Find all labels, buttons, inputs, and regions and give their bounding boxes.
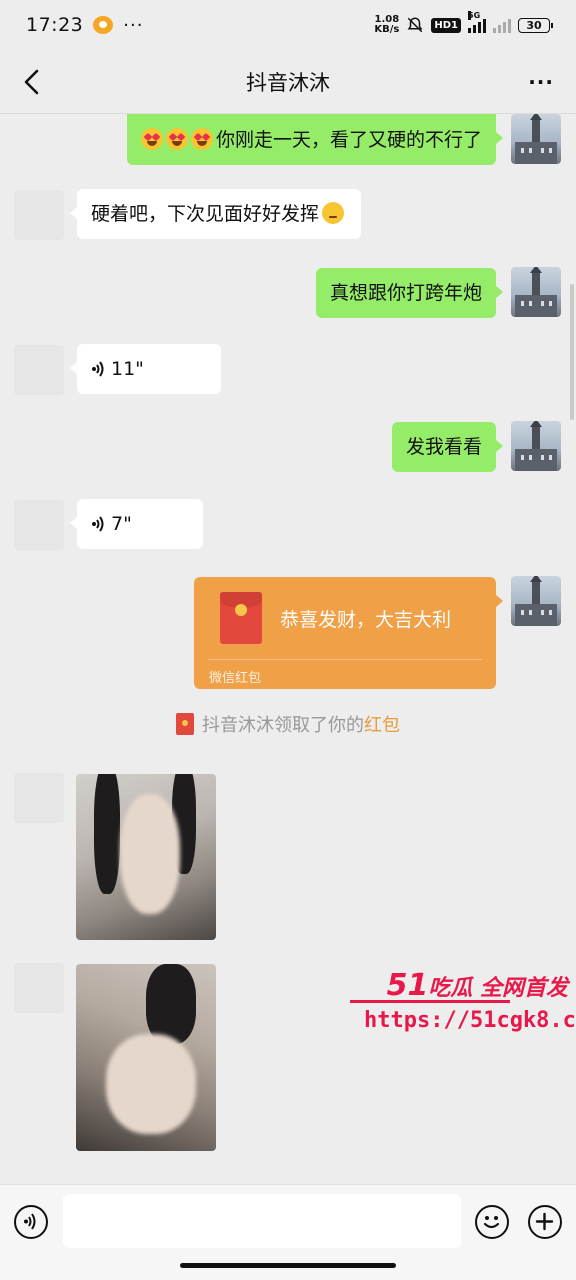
red-envelope-greeting: 恭喜发财，大吉大利 (280, 609, 452, 631)
voice-wave-icon (24, 1213, 36, 1230)
signal-5g-icon: 5G (468, 11, 486, 33)
notice-text: 抖音沐沐领取了你的 (202, 715, 364, 736)
watermark-text: 吃瓜 全网首发 (428, 976, 568, 1001)
contact-avatar[interactable] (14, 345, 64, 395)
voice-duration: 7" (111, 513, 132, 535)
signal-weak-icon (493, 17, 511, 33)
voice-message-received[interactable]: 7" (70, 499, 203, 549)
divider (208, 659, 482, 660)
contact-avatar[interactable] (14, 190, 64, 240)
message-text: 发我看看 (405, 436, 482, 458)
message-text: 硬着吧，下次见面好好发挥 (91, 203, 320, 225)
status-indicators: 1.08 KB/s HD1 5G 30 (374, 11, 553, 35)
weibo-icon (93, 16, 114, 34)
more-options-button[interactable]: ··· (528, 70, 554, 94)
watermark-brand: 51吃瓜 全网首发 (387, 968, 568, 1003)
heart-eyes-emoji-icon (140, 128, 163, 150)
network-speed-unit: KB/s (374, 24, 400, 35)
message-bubble-sent[interactable]: 发我看看 (391, 422, 504, 472)
my-avatar[interactable] (511, 421, 561, 471)
red-envelope-message[interactable]: 恭喜发财，大吉大利 微信红包 (194, 577, 503, 689)
watermark-url: https://51cgk8.com (364, 1008, 576, 1033)
red-envelope-icon (176, 713, 194, 735)
emoji-button[interactable] (475, 1205, 509, 1239)
voice-message-received[interactable]: 11" (70, 344, 221, 394)
message-bubble-sent[interactable]: 真想跟你打跨年炮 (315, 268, 504, 318)
notification-more-icon: ··· (123, 14, 144, 36)
voice-input-button[interactable] (14, 1205, 48, 1239)
mute-bell-icon (406, 16, 424, 34)
watermark-line (350, 1000, 510, 1003)
network-speed: 1.08 KB/s (374, 15, 399, 35)
my-avatar[interactable] (511, 114, 561, 164)
smiley-icon (483, 1216, 500, 1229)
voice-wave-icon (92, 516, 104, 532)
contact-avatar[interactable] (14, 500, 64, 550)
thinking-emoji-icon (322, 202, 345, 224)
more-actions-button[interactable] (528, 1205, 562, 1239)
status-time: 17:23 (26, 14, 84, 36)
voice-duration: 11" (111, 358, 144, 380)
voice-wave-icon (92, 361, 104, 377)
notice-link[interactable]: 红包 (364, 715, 400, 736)
chevron-left-icon (24, 69, 39, 95)
battery-icon: 30 (518, 17, 553, 33)
plus-icon (535, 1212, 554, 1231)
contact-avatar[interactable] (14, 773, 64, 823)
watermark: 51吃瓜 全网首发 https://51cgk8.com (350, 968, 576, 1044)
heart-eyes-emoji-icon (190, 128, 213, 150)
battery-level: 30 (526, 18, 542, 32)
my-avatar[interactable] (511, 576, 561, 626)
chat-header: 抖音沐沐 ··· (0, 50, 576, 114)
status-bar: 17:23 ··· 1.08 KB/s HD1 5G 30 (0, 0, 576, 50)
back-button[interactable] (20, 68, 46, 96)
message-text: 真想跟你打跨年炮 (329, 282, 482, 304)
message-bubble-sent[interactable]: 你刚走一天，看了又硬的不行了 (126, 114, 504, 165)
my-avatar[interactable] (511, 267, 561, 317)
message-text: 你刚走一天，看了又硬的不行了 (215, 129, 482, 151)
chat-title: 抖音沐沐 (246, 70, 330, 95)
message-bubble-received[interactable]: 硬着吧，下次见面好好发挥 (69, 189, 362, 239)
image-message[interactable] (76, 964, 216, 1151)
home-indicator[interactable] (180, 1263, 396, 1268)
message-input[interactable] (63, 1194, 461, 1248)
red-envelope-label: 微信红包 (209, 671, 262, 686)
heart-eyes-emoji-icon (165, 128, 188, 150)
image-message[interactable] (76, 774, 216, 940)
watermark-number: 51 (386, 968, 429, 1003)
system-notice: 抖音沐沐领取了你的红包 (0, 711, 576, 737)
input-bar (0, 1184, 576, 1280)
contact-avatar[interactable] (14, 963, 64, 1013)
scrollbar[interactable] (570, 284, 574, 420)
signal-label: 5G (468, 11, 481, 20)
hd-badge: HD1 (431, 17, 461, 33)
red-envelope-icon (220, 592, 262, 644)
